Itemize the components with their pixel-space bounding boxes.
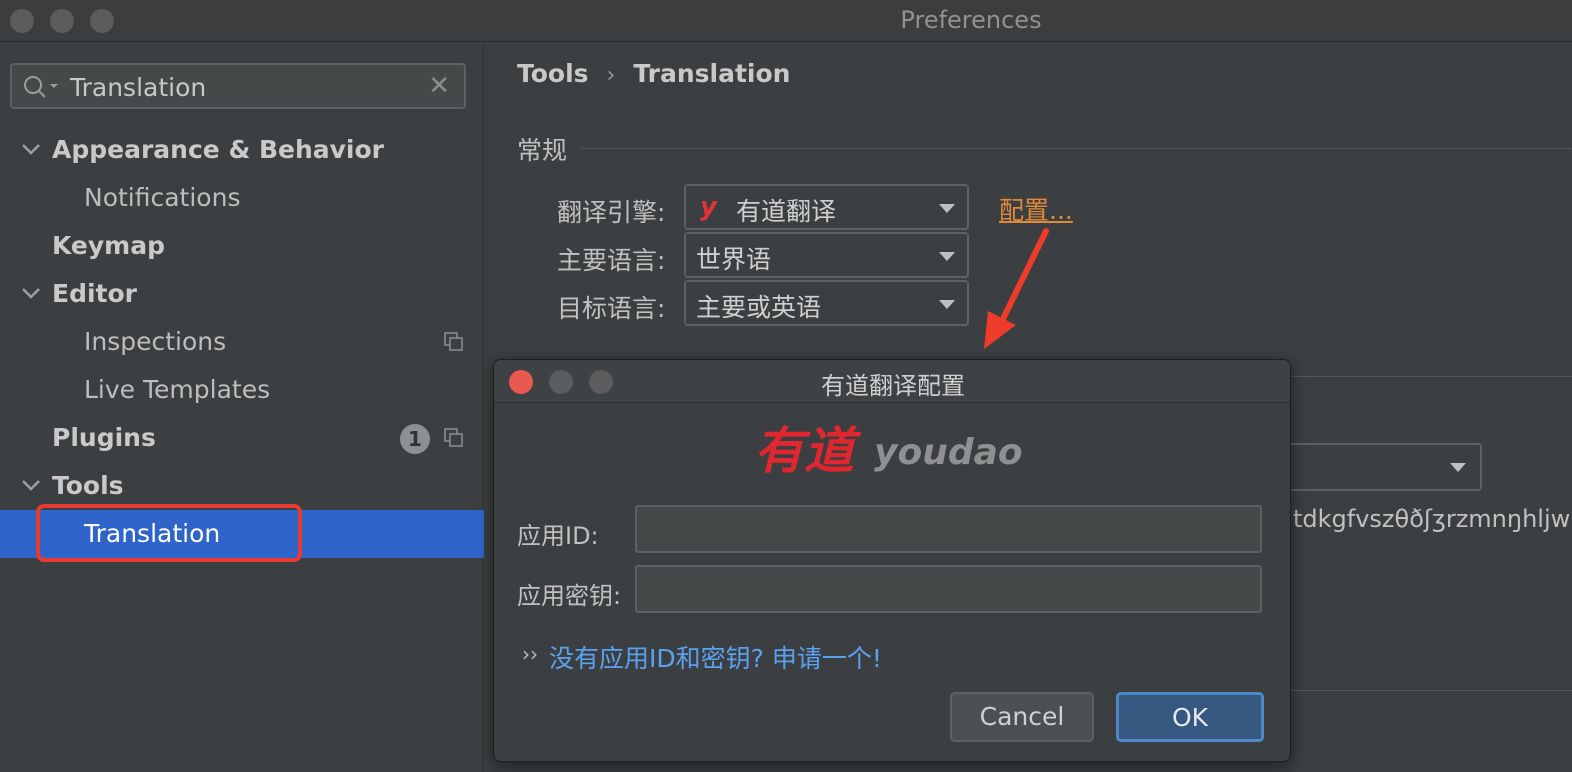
app-key-label: 应用密钥:: [517, 582, 622, 610]
youdao-logo: 有道 youdao: [754, 421, 1023, 480]
primary-language-label: 主要语言:: [557, 246, 666, 275]
section-divider: [1289, 376, 1572, 377]
chevron-down-icon[interactable]: [20, 462, 42, 510]
chevron-down-icon: [939, 300, 955, 309]
section-divider: [1289, 690, 1572, 691]
ok-button[interactable]: OK: [1116, 692, 1264, 742]
youdao-config-dialog: 有道翻译配置 有道 youdao 应用ID: 应用密钥: ›› 没有应用ID和密…: [493, 359, 1291, 762]
plugins-count-badge: 1: [400, 424, 430, 454]
font-select[interactable]: [1289, 443, 1482, 491]
logo-cn-text: 有道: [754, 421, 862, 480]
app-id-label: 应用ID:: [517, 522, 599, 550]
breadcrumb-current: Translation: [633, 59, 791, 88]
sidebar-item-plugins[interactable]: Plugins 1: [0, 414, 484, 462]
sidebar-item-notifications[interactable]: Notifications: [0, 174, 484, 222]
breadcrumb-separator: ›: [606, 63, 616, 88]
apply-key-link[interactable]: 没有应用ID和密钥? 申请一个!: [549, 639, 882, 675]
sidebar-item-label: Appearance & Behavior: [52, 135, 384, 164]
project-settings-icon: [444, 428, 463, 447]
sidebar-item-tools[interactable]: Tools: [0, 462, 484, 510]
primary-language-select[interactable]: 世界语: [684, 232, 969, 278]
highlight-annotation-box: [36, 504, 302, 562]
chevron-down-icon: [1450, 463, 1466, 472]
sidebar-item-keymap[interactable]: Keymap: [0, 222, 484, 270]
sidebar-item-inspections[interactable]: Inspections: [0, 318, 484, 366]
logo-en-text: youdao: [874, 432, 1023, 473]
settings-sidebar: Translation ✕ Appearance & Behavior Noti…: [0, 43, 484, 772]
sidebar-item-label: Plugins: [52, 423, 156, 452]
sidebar-item-live-templates[interactable]: Live Templates: [0, 366, 484, 414]
engine-select-value: 有道翻译: [736, 197, 837, 226]
sidebar-item-label: Inspections: [84, 327, 227, 356]
annotation-arrow-icon: [984, 228, 1049, 349]
chevron-down-icon[interactable]: [20, 270, 42, 318]
dialog-titlebar: 有道翻译配置: [494, 360, 1290, 403]
phonetic-preview-text: tdkgfvszθðʃʒrzmnŋhljw: [1293, 505, 1571, 533]
clear-icon[interactable]: ✕: [428, 71, 450, 101]
section-divider: [581, 148, 1571, 149]
sidebar-item-label: Tools: [52, 471, 124, 500]
breadcrumb-parent[interactable]: Tools: [517, 59, 589, 88]
dialog-title: 有道翻译配置: [821, 372, 965, 400]
target-language-label: 目标语言:: [557, 294, 666, 323]
section-title: 常规: [517, 136, 568, 165]
sidebar-item-label: Keymap: [52, 231, 166, 260]
target-language-value: 主要或英语: [696, 293, 822, 322]
cancel-button[interactable]: Cancel: [950, 692, 1094, 742]
search-input[interactable]: Translation: [70, 73, 206, 102]
sidebar-item-editor[interactable]: Editor: [0, 270, 484, 318]
target-language-select[interactable]: 主要或英语: [684, 280, 969, 326]
double-chevron-right-icon: ››: [522, 642, 538, 666]
primary-language-value: 世界语: [696, 245, 772, 274]
breadcrumb: Tools › Translation: [517, 59, 790, 88]
window-title: Preferences: [900, 6, 1042, 34]
engine-select[interactable]: y 有道翻译: [684, 184, 969, 230]
chevron-down-icon: [939, 204, 955, 213]
sidebar-item-translation[interactable]: Translation: [0, 504, 484, 562]
app-key-input[interactable]: [635, 565, 1262, 613]
engine-label: 翻译引擎:: [557, 198, 666, 227]
project-settings-icon: [444, 332, 463, 351]
sidebar-item-appearance[interactable]: Appearance & Behavior: [0, 126, 484, 174]
chevron-down-icon: [939, 252, 955, 261]
app-id-input[interactable]: [635, 505, 1262, 553]
config-link[interactable]: 配置...: [999, 191, 1073, 227]
sidebar-item-label: Live Templates: [84, 375, 271, 404]
window-titlebar: Preferences: [0, 0, 1572, 42]
chevron-down-icon[interactable]: [20, 126, 42, 174]
search-field[interactable]: Translation ✕: [10, 63, 466, 109]
sidebar-item-label: Editor: [52, 279, 137, 308]
search-icon: [24, 76, 58, 98]
youdao-icon: y: [700, 192, 717, 222]
sidebar-item-label: Notifications: [84, 183, 241, 212]
